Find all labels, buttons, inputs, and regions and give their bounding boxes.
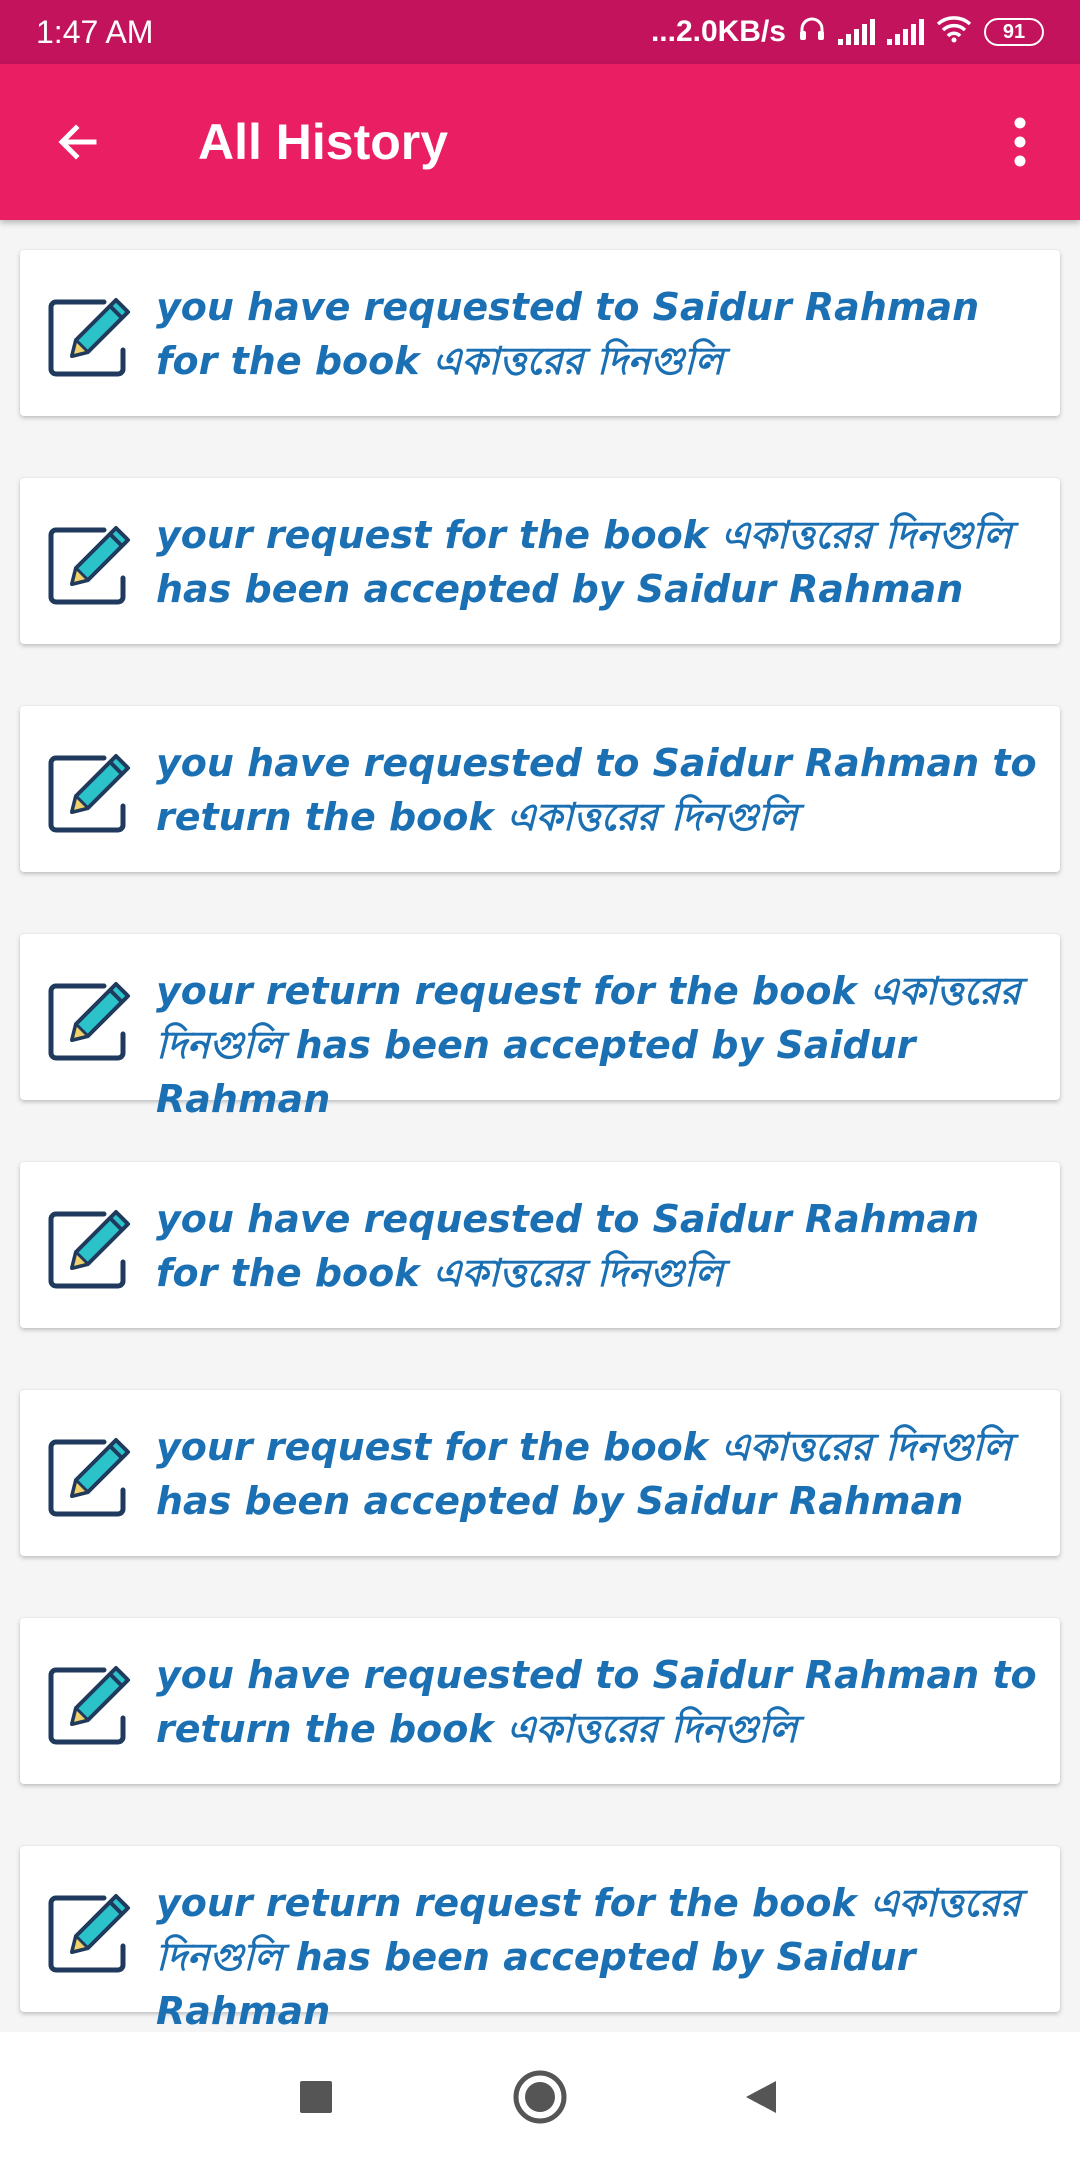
history-text: you have requested to Saidur Rahman for … bbox=[156, 1197, 980, 1295]
history-text: your return request for the book একাত্তর… bbox=[156, 1881, 1021, 2032]
square-icon bbox=[300, 2081, 332, 2113]
nav-back-button[interactable] bbox=[725, 2062, 795, 2132]
list-item[interactable]: you have requested to Saidur Rahman for … bbox=[20, 250, 1060, 416]
triangle-back-icon bbox=[746, 2081, 776, 2113]
app-bar: All History bbox=[0, 64, 1080, 220]
history-text: you have requested to Saidur Rahman for … bbox=[156, 285, 980, 383]
edit-note-icon bbox=[48, 1438, 130, 1517]
history-text: your request for the book একাত্তরের দিনগ… bbox=[156, 1425, 1012, 1523]
arrow-left-icon bbox=[58, 124, 97, 160]
battery-icon: 91 bbox=[984, 18, 1044, 46]
list-item[interactable]: your request for the book একাত্তরের দিনগ… bbox=[20, 478, 1060, 644]
net-speed: ...2.0KB/s bbox=[650, 15, 786, 48]
edit-note-icon bbox=[48, 1894, 130, 1973]
edit-note-icon bbox=[48, 754, 130, 833]
system-nav-bar bbox=[0, 2032, 1080, 2160]
status-icons: ...2.0KB/s 91 bbox=[651, 14, 1044, 51]
status-bar: 1:47 AM ...2.0KB/s 91 bbox=[0, 0, 1080, 64]
page-title: All History bbox=[198, 114, 449, 170]
home-button[interactable] bbox=[505, 2062, 575, 2132]
list-item[interactable]: you have requested to Saidur Rahman for … bbox=[20, 1162, 1060, 1328]
recents-button[interactable] bbox=[281, 2062, 351, 2132]
history-text: your request for the book একাত্তরের দিনগ… bbox=[156, 513, 1012, 611]
status-time: 1:47 AM bbox=[36, 13, 154, 50]
edit-note-icon bbox=[48, 298, 130, 377]
wifi-icon bbox=[936, 14, 972, 51]
edit-note-icon bbox=[48, 526, 130, 605]
circle-icon bbox=[513, 2070, 567, 2124]
back-button[interactable] bbox=[40, 104, 116, 180]
edit-note-icon bbox=[48, 1210, 130, 1289]
headphones-icon bbox=[798, 14, 826, 51]
edit-note-icon bbox=[48, 1666, 130, 1745]
cell-signal-icon bbox=[887, 19, 924, 45]
history-text: you have requested to Saidur Rahman to r… bbox=[156, 1653, 1037, 1751]
history-text: you have requested to Saidur Rahman to r… bbox=[156, 741, 1037, 839]
list-item[interactable]: your request for the book একাত্তরের দিনগ… bbox=[20, 1390, 1060, 1556]
cell-signal-icon bbox=[838, 19, 875, 45]
overflow-menu-button[interactable] bbox=[982, 104, 1058, 180]
edit-note-icon bbox=[48, 982, 130, 1061]
list-item[interactable]: you have requested to Saidur Rahman to r… bbox=[20, 1618, 1060, 1784]
battery-level: 91 bbox=[1002, 20, 1026, 43]
list-item[interactable]: your return request for the book একাত্তর… bbox=[20, 934, 1060, 1121]
list-item[interactable]: you have requested to Saidur Rahman to r… bbox=[20, 706, 1060, 872]
history-list[interactable]: you have requested to Saidur Rahman for … bbox=[0, 220, 1080, 2032]
list-item[interactable]: your return request for the book একাত্তর… bbox=[20, 1846, 1060, 2032]
history-text: your return request for the book একাত্তর… bbox=[156, 969, 1021, 1121]
more-vert-icon bbox=[1014, 117, 1026, 167]
